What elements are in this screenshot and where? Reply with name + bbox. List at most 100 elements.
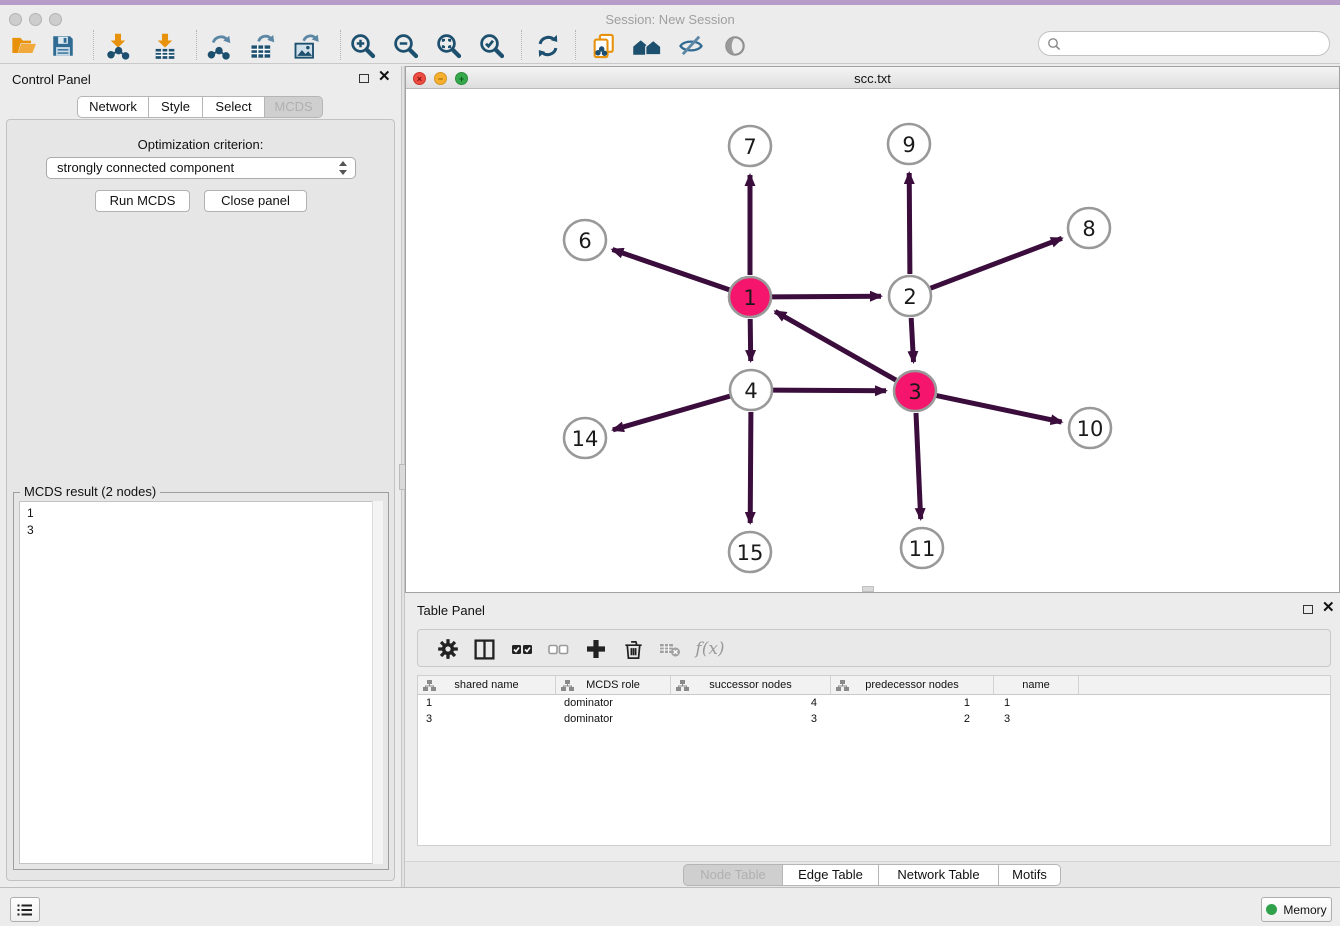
open-session-button[interactable] — [8, 30, 40, 62]
save-session-button[interactable] — [47, 30, 79, 62]
tab-node-table[interactable]: Node Table — [683, 864, 783, 886]
svg-text:2: 2 — [903, 285, 916, 309]
columns-icon — [473, 638, 496, 661]
close-panel-button2[interactable]: Close panel — [204, 190, 307, 212]
node-4[interactable]: 4 — [730, 370, 772, 410]
table-row[interactable]: 1 dominator 4 1 1 — [418, 695, 1330, 711]
node-7[interactable]: 7 — [729, 126, 771, 166]
tab-edge-table[interactable]: Edge Table — [783, 864, 879, 886]
delete-table-button[interactable] — [654, 633, 686, 665]
network-graph[interactable]: 1 2 3 4 6 7 8 9 10 11 14 15 — [406, 89, 1339, 592]
node-14[interactable]: 14 — [564, 418, 606, 458]
node-10[interactable]: 10 — [1069, 408, 1111, 448]
edge-1-6[interactable] — [612, 250, 729, 290]
cell-successor[interactable]: 4 — [671, 695, 831, 711]
edge-4-14[interactable] — [613, 396, 730, 430]
tab-style[interactable]: Style — [149, 96, 203, 118]
task-history-button[interactable] — [10, 897, 40, 922]
table-row[interactable]: 3 dominator 3 2 3 — [418, 711, 1330, 727]
edge-1-4[interactable] — [750, 319, 751, 361]
table-header-row: shared name MCDS role successor nodes pr… — [418, 676, 1330, 695]
tab-network[interactable]: Network — [77, 96, 149, 118]
cell-name[interactable]: 1 — [994, 695, 1079, 711]
edge-1-2[interactable] — [772, 296, 881, 297]
run-mcds-button[interactable]: Run MCDS — [95, 190, 190, 212]
main-titlebar: Session: New Session — [0, 5, 1340, 26]
clone-network-button[interactable] — [588, 30, 620, 62]
edge-2-3[interactable] — [911, 318, 913, 362]
column-header-shared-name[interactable]: shared name — [418, 676, 556, 694]
zoom-in-button[interactable] — [347, 30, 379, 62]
show-column-panel-button[interactable] — [468, 633, 500, 665]
import-table-button[interactable] — [149, 30, 181, 62]
edge-2-9[interactable] — [909, 173, 910, 274]
svg-text:7: 7 — [743, 135, 756, 159]
delete-column-button[interactable] — [617, 633, 649, 665]
toggle-graphics-button[interactable] — [675, 30, 707, 62]
zoom-fit-button[interactable] — [433, 30, 465, 62]
cell-successor[interactable]: 3 — [671, 711, 831, 727]
tab-mcds[interactable]: MCDS — [265, 96, 323, 118]
cell-shared-name[interactable]: 3 — [418, 711, 556, 727]
node-1[interactable]: 1 — [729, 277, 771, 317]
mcds-result-text[interactable]: 1 3 — [19, 501, 383, 864]
result-scrollbar[interactable] — [372, 501, 383, 864]
render-detail-button[interactable] — [719, 30, 751, 62]
refresh-button[interactable] — [532, 30, 564, 62]
cell-mcds-role[interactable]: dominator — [556, 695, 671, 711]
cell-predecessor[interactable]: 2 — [831, 711, 994, 727]
edge-3-11[interactable] — [916, 413, 921, 519]
column-header-successor-nodes[interactable]: successor nodes — [671, 676, 831, 694]
export-image-button[interactable] — [290, 30, 322, 62]
tab-motifs[interactable]: Motifs — [999, 864, 1061, 886]
close-panel-button[interactable]: ✕ — [378, 70, 391, 83]
column-header-predecessor-nodes[interactable]: predecessor nodes — [831, 676, 994, 694]
function-builder-button[interactable]: f(x) — [694, 633, 726, 665]
column-header-name[interactable]: name — [994, 676, 1079, 694]
import-network-button[interactable] — [102, 30, 134, 62]
export-network-button[interactable] — [203, 30, 235, 62]
edge-2-8[interactable] — [931, 238, 1062, 288]
edge-3-10[interactable] — [937, 396, 1062, 422]
float-table-panel-button[interactable] — [1303, 603, 1313, 616]
svg-text:15: 15 — [737, 541, 764, 565]
cell-mcds-role[interactable]: dominator — [556, 711, 671, 727]
tab-select[interactable]: Select — [203, 96, 265, 118]
cell-name[interactable]: 3 — [994, 711, 1079, 727]
first-neighbors-button[interactable] — [631, 30, 663, 62]
node-11[interactable]: 11 — [901, 528, 943, 568]
node-3[interactable]: 3 — [894, 371, 936, 411]
select-all-button[interactable] — [506, 633, 538, 665]
edge-4-3[interactable] — [773, 390, 886, 391]
cell-shared-name[interactable]: 1 — [418, 695, 556, 711]
search-input[interactable] — [1061, 34, 1329, 54]
cell-predecessor[interactable]: 1 — [831, 695, 994, 711]
network-canvas[interactable]: 1 2 3 4 6 7 8 9 10 11 14 15 — [406, 89, 1339, 592]
canvas-resize-grip[interactable] — [862, 586, 874, 592]
zoom-selected-button[interactable] — [476, 30, 508, 62]
node-9[interactable]: 9 — [888, 124, 930, 164]
column-header-mcds-role[interactable]: MCDS role — [556, 676, 671, 694]
zoom-in-icon — [348, 31, 378, 61]
node-2[interactable]: 2 — [889, 276, 931, 316]
node-6[interactable]: 6 — [564, 220, 606, 260]
edge-4-15[interactable] — [750, 412, 751, 523]
close-table-panel-button[interactable]: ✕ — [1322, 601, 1335, 614]
tab-network-table[interactable]: Network Table — [879, 864, 999, 886]
svg-text:10: 10 — [1077, 417, 1104, 441]
float-panel-button[interactable] — [359, 72, 369, 85]
edge-3-1[interactable] — [775, 311, 896, 380]
node-8[interactable]: 8 — [1068, 208, 1110, 248]
criterion-dropdown[interactable]: strongly connected component — [46, 157, 356, 179]
float-icon — [1303, 605, 1313, 614]
column-header-empty — [1079, 676, 1330, 694]
memory-button[interactable]: Memory — [1261, 897, 1332, 922]
table-settings-button[interactable] — [432, 633, 464, 665]
optimization-criterion-label: Optimization criterion: — [7, 137, 394, 152]
add-column-button[interactable] — [580, 633, 612, 665]
plus-icon — [584, 637, 608, 661]
zoom-out-button[interactable] — [390, 30, 422, 62]
export-table-button[interactable] — [246, 30, 278, 62]
unselect-all-button[interactable] — [542, 633, 574, 665]
node-15[interactable]: 15 — [729, 532, 771, 572]
